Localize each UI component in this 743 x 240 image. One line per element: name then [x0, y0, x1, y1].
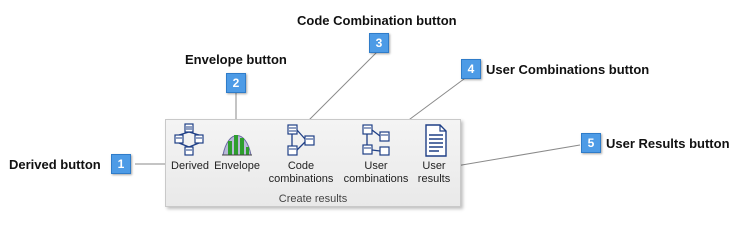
callout-envelope-badge: 2 [226, 73, 246, 93]
code-combinations-label-line1: Code [287, 160, 315, 172]
callout-envelope-label: Envelope button [185, 52, 287, 67]
user-combinations-label-line2: combinations [343, 173, 409, 185]
callout-user-results-label: User Results button [606, 136, 730, 151]
callout-user-comb-badge: 4 [461, 59, 481, 79]
group-label: Create results [278, 193, 348, 205]
callout-code-badge: 3 [369, 33, 389, 53]
callout-user-comb-label: User Combinations button [486, 62, 650, 77]
callout-derived-badge: 1 [111, 154, 131, 174]
envelope-icon [222, 135, 252, 156]
create-results-group: Derived Envelope Code combinations User … [165, 119, 461, 207]
derived-label: Derived [171, 160, 209, 172]
leader-code [304, 51, 378, 125]
user-results-label-line2: results [417, 173, 451, 185]
user-combinations-label-line1: User [364, 160, 388, 172]
callout-code-label: Code Combination button [297, 13, 457, 28]
user-combinations-button[interactable]: User combinations [339, 120, 413, 192]
user-results-icon [425, 124, 447, 157]
envelope-button[interactable]: Envelope [210, 120, 264, 192]
callout-derived-label: Derived button [9, 157, 101, 172]
code-combinations-button[interactable]: Code combinations [264, 120, 338, 192]
code-combinations-icon [287, 124, 315, 156]
code-combinations-label-line2: combinations [268, 173, 334, 185]
derived-icon [174, 123, 204, 156]
envelope-label: Envelope [214, 160, 260, 172]
user-results-label-line1: User [422, 160, 446, 172]
callout-user-results-badge: 5 [581, 133, 601, 153]
user-combinations-icon [362, 124, 390, 156]
leader-user-comb [405, 75, 469, 123]
derived-button[interactable]: Derived [170, 120, 210, 192]
user-results-button[interactable]: User results [414, 120, 454, 192]
leader-user-results [455, 144, 581, 167]
